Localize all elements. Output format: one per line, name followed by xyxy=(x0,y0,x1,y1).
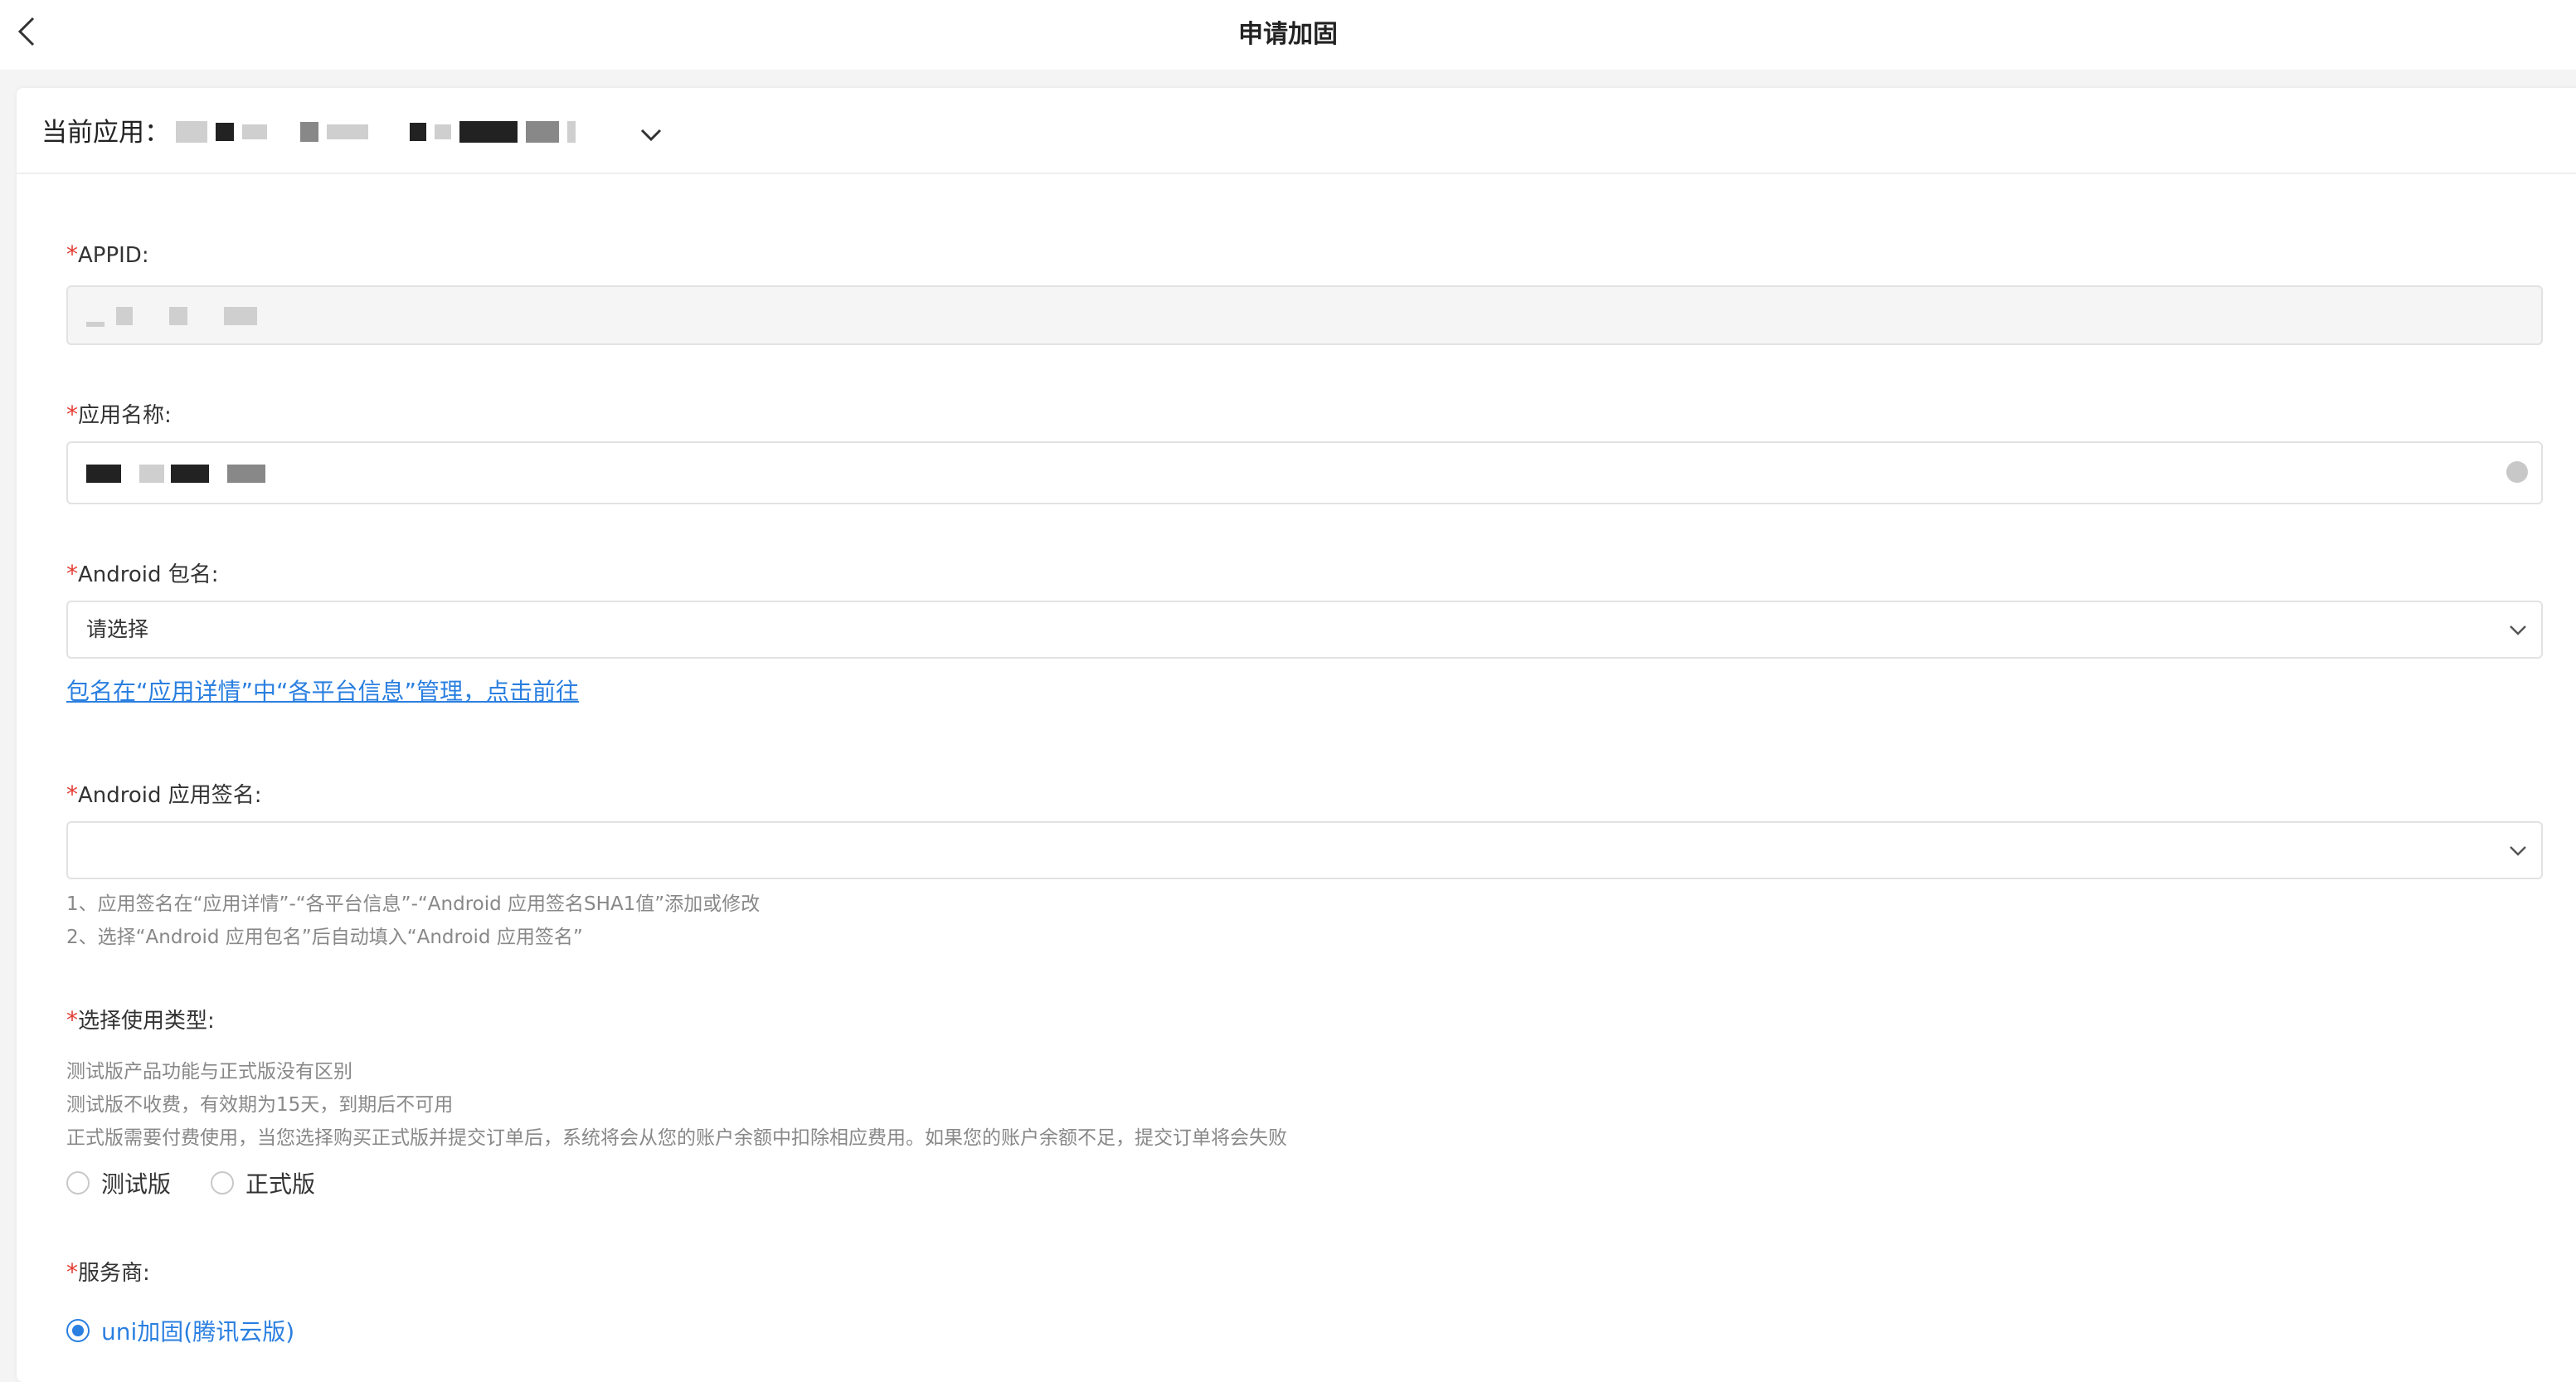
appid-input xyxy=(66,285,2543,345)
required-mark: * xyxy=(66,241,78,268)
android-package-select[interactable]: 请选择 xyxy=(66,601,2543,659)
page-title: 申请加固 xyxy=(1238,20,1338,49)
usage-desc-1: 测试版产品功能与正式版没有区别 xyxy=(66,1061,352,1083)
android-signature-label-text: Android 应用签名: xyxy=(78,783,262,808)
chevron-down-icon xyxy=(2506,839,2530,863)
usage-type-radio-group: 测试版 正式版 xyxy=(66,1166,355,1200)
current-app-label: 当前应用： xyxy=(41,118,170,148)
chevron-down-icon xyxy=(2506,619,2530,642)
back-button[interactable] xyxy=(12,12,45,53)
android-package-label: *Android 包名: xyxy=(66,557,219,588)
android-signature-label: *Android 应用签名: xyxy=(66,778,262,809)
required-mark: * xyxy=(66,1006,78,1034)
usage-type-label: *选择使用类型: xyxy=(66,1004,215,1034)
required-mark: * xyxy=(66,1258,78,1286)
app-name-input[interactable] xyxy=(66,441,2543,504)
android-package-label-text: Android 包名: xyxy=(78,562,219,587)
main-card: 当前应用： xyxy=(17,88,2576,1382)
current-app-header: 当前应用： xyxy=(17,88,2576,174)
package-manage-link[interactable]: 包名在“应用详情”中“各平台信息”管理，点击前往 xyxy=(66,674,579,707)
usage-desc-2: 测试版不收费，有效期为15天，到期后不可用 xyxy=(66,1094,454,1116)
radio-circle-icon xyxy=(66,1171,90,1195)
provider-radio-group: uni加固(腾讯云版) xyxy=(66,1314,334,1347)
required-mark: * xyxy=(66,781,78,808)
required-mark: * xyxy=(66,401,78,428)
signature-hint-2: 2、选择“Android 应用包名”后自动填入“Android 应用签名” xyxy=(66,927,583,948)
app-switch-toggle[interactable] xyxy=(637,121,665,149)
required-mark: * xyxy=(66,560,78,587)
radio-provider-uni[interactable]: uni加固(腾讯云版) xyxy=(66,1314,294,1347)
appid-label: *APPID: xyxy=(66,241,149,268)
radio-test-label: 测试版 xyxy=(101,1170,172,1198)
signature-hint-1: 1、应用签名在“应用详情”-“各平台信息”-“Android 应用签名SHA1值… xyxy=(66,893,761,915)
appid-label-text: APPID: xyxy=(78,243,149,268)
radio-formal-label: 正式版 xyxy=(245,1170,316,1198)
provider-label: *服务商: xyxy=(66,1256,150,1287)
radio-provider-label: uni加固(腾讯云版) xyxy=(101,1318,295,1346)
radio-checked-icon xyxy=(66,1319,90,1342)
usage-type-label-text: 选择使用类型: xyxy=(78,1009,215,1034)
appid-value-redacted xyxy=(86,305,257,327)
top-bar: 申请加固 xyxy=(0,0,2576,70)
android-package-placeholder: 请选择 xyxy=(86,617,149,641)
chevron-down-icon xyxy=(640,129,662,142)
current-app-value-redacted[interactable] xyxy=(176,118,576,146)
app-name-label-text: 应用名称: xyxy=(78,403,172,428)
chevron-left-icon xyxy=(17,17,35,46)
radio-test-version[interactable]: 测试版 xyxy=(66,1166,171,1200)
provider-label-text: 服务商: xyxy=(78,1261,150,1286)
radio-formal-version[interactable]: 正式版 xyxy=(211,1166,315,1200)
app-name-label: *应用名称: xyxy=(66,398,172,429)
app-name-value-redacted xyxy=(86,465,265,483)
usage-desc-3: 正式版需要付费使用，当您选择购买正式版并提交订单后，系统将会从您的账户余额中扣除… xyxy=(66,1127,1287,1149)
clear-circle-icon[interactable] xyxy=(2506,461,2528,483)
android-signature-select[interactable] xyxy=(66,821,2543,879)
radio-circle-icon xyxy=(211,1171,235,1195)
